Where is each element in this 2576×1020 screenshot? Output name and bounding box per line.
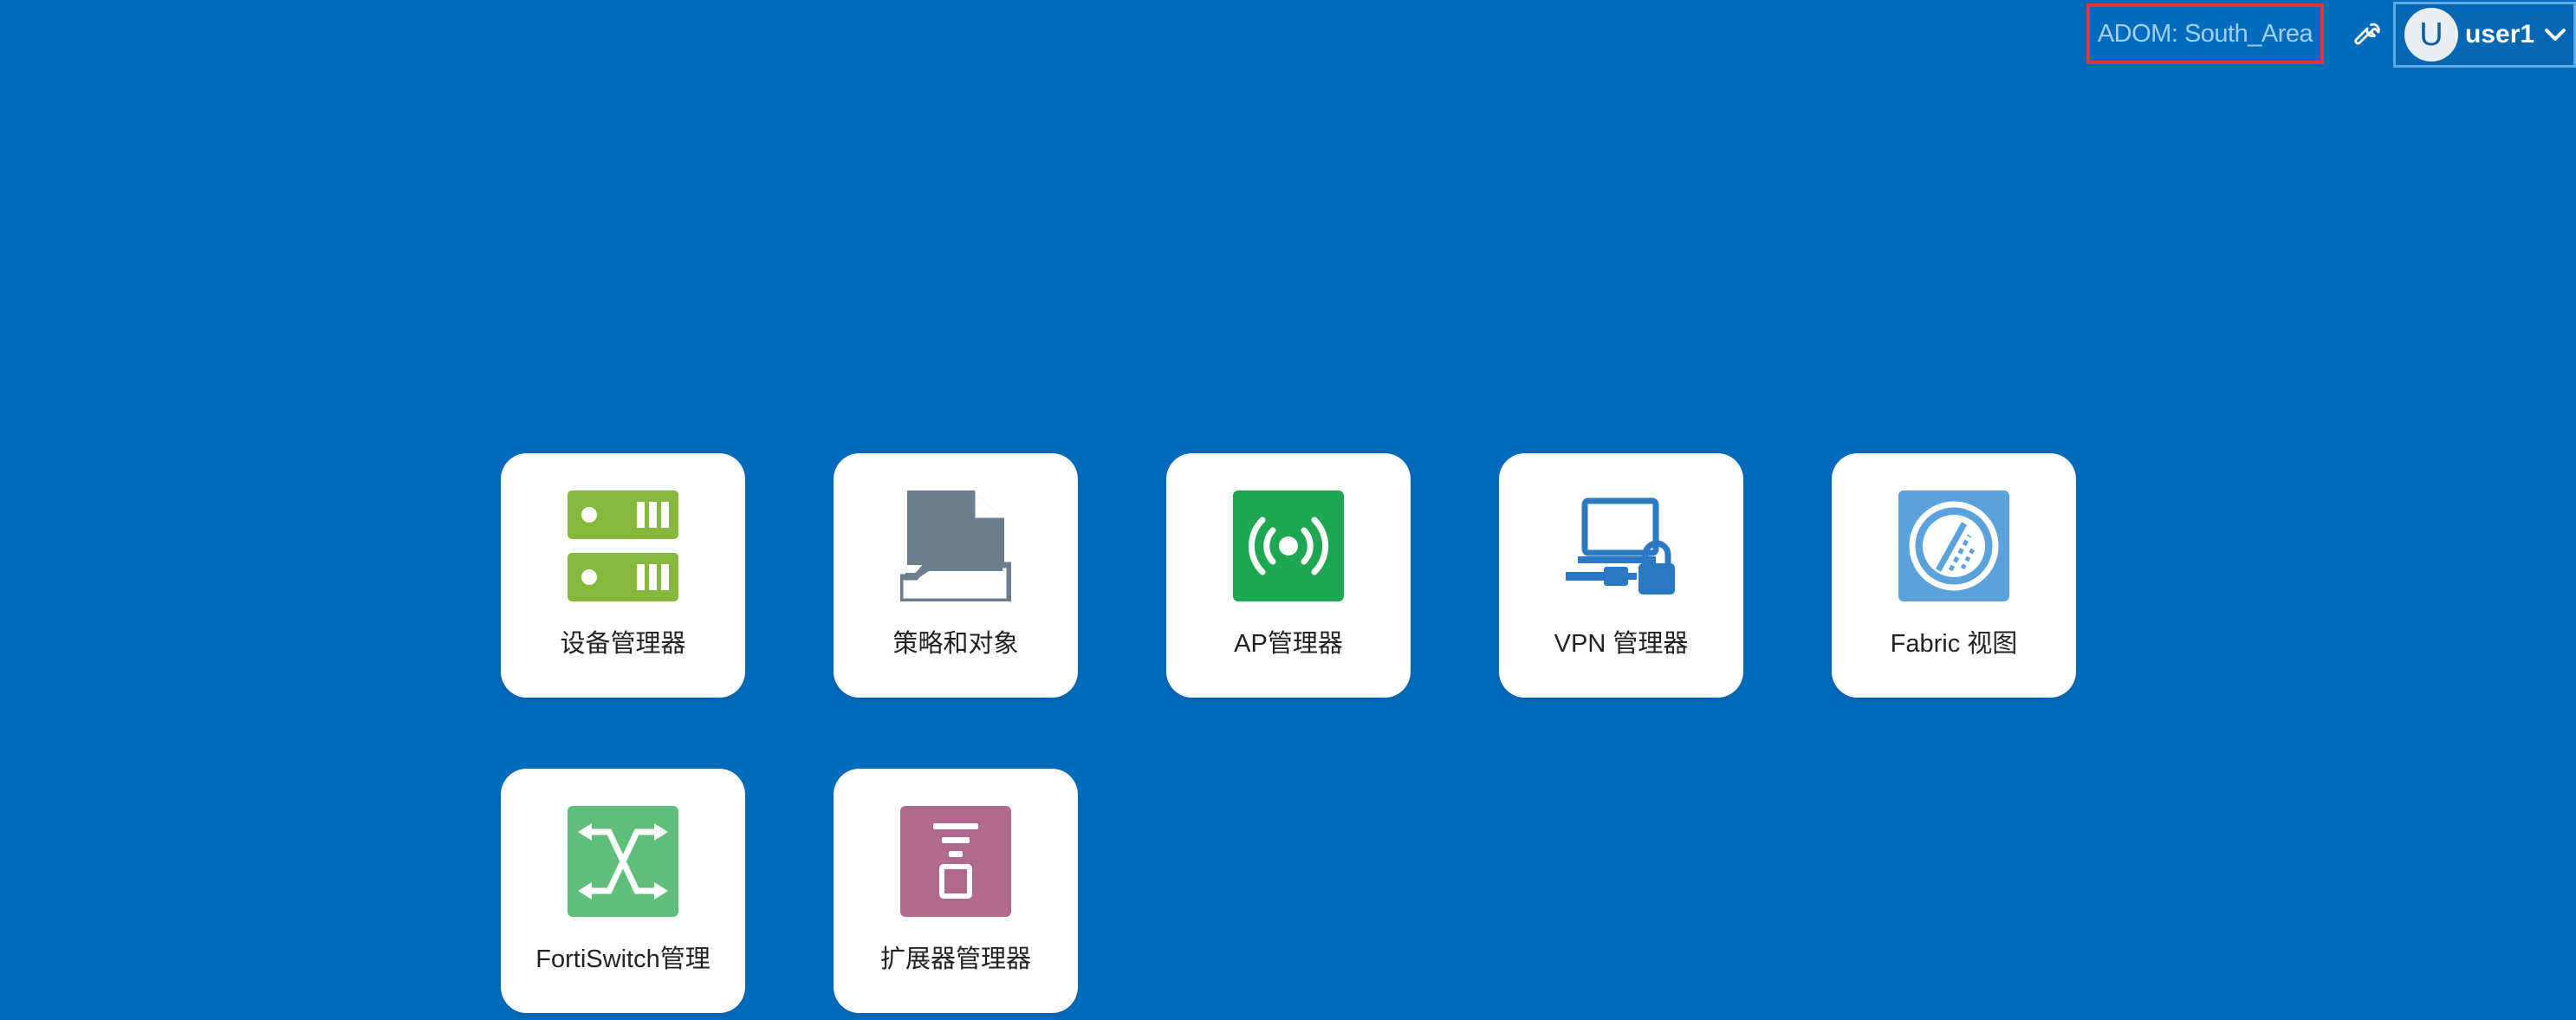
- tile-extender-manager[interactable]: 扩展器管理器: [834, 769, 1078, 1013]
- policy-objects-icon: [900, 491, 1011, 601]
- wrench-icon[interactable]: [2350, 16, 2385, 50]
- fabric-view-icon: [1898, 491, 2009, 601]
- adom-selector[interactable]: ADOM: South_Area: [2086, 3, 2324, 64]
- user-name: user1: [2465, 20, 2535, 49]
- tile-fortiswitch[interactable]: FortiSwitch管理: [501, 769, 745, 1013]
- avatar: U: [2404, 8, 2458, 62]
- fortiswitch-icon: [568, 806, 678, 917]
- vpn-manager-icon: [1566, 497, 1675, 594]
- ap-manager-icon: [1233, 491, 1344, 601]
- tile-fabric-view[interactable]: Fabric 视图: [1832, 453, 2076, 698]
- tile-vpn-manager[interactable]: VPN 管理器: [1499, 453, 1743, 698]
- tile-label: VPN 管理器: [1554, 630, 1689, 658]
- user-menu[interactable]: U user1: [2393, 2, 2576, 68]
- tile-label: FortiSwitch管理: [535, 945, 711, 973]
- app-root: ADOM: South_Area U user1 设备管理器 策略和对象 AP管…: [0, 0, 2576, 1020]
- adom-label: ADOM: South_Area: [2097, 19, 2313, 48]
- chevron-down-icon: [2545, 29, 2566, 41]
- avatar-letter: U: [2419, 16, 2443, 53]
- tile-device-manager[interactable]: 设备管理器: [501, 453, 745, 698]
- tile-policy-objects[interactable]: 策略和对象: [834, 453, 1078, 698]
- tile-label: AP管理器: [1234, 630, 1343, 658]
- tile-label: Fabric 视图: [1890, 630, 2018, 658]
- device-manager-icon: [568, 491, 678, 601]
- tile-label: 扩展器管理器: [879, 945, 1031, 973]
- tile-label: 策略和对象: [892, 630, 1019, 658]
- tile-ap-manager[interactable]: AP管理器: [1166, 453, 1411, 698]
- extender-manager-icon: [900, 806, 1011, 917]
- tile-label: 设备管理器: [560, 630, 686, 658]
